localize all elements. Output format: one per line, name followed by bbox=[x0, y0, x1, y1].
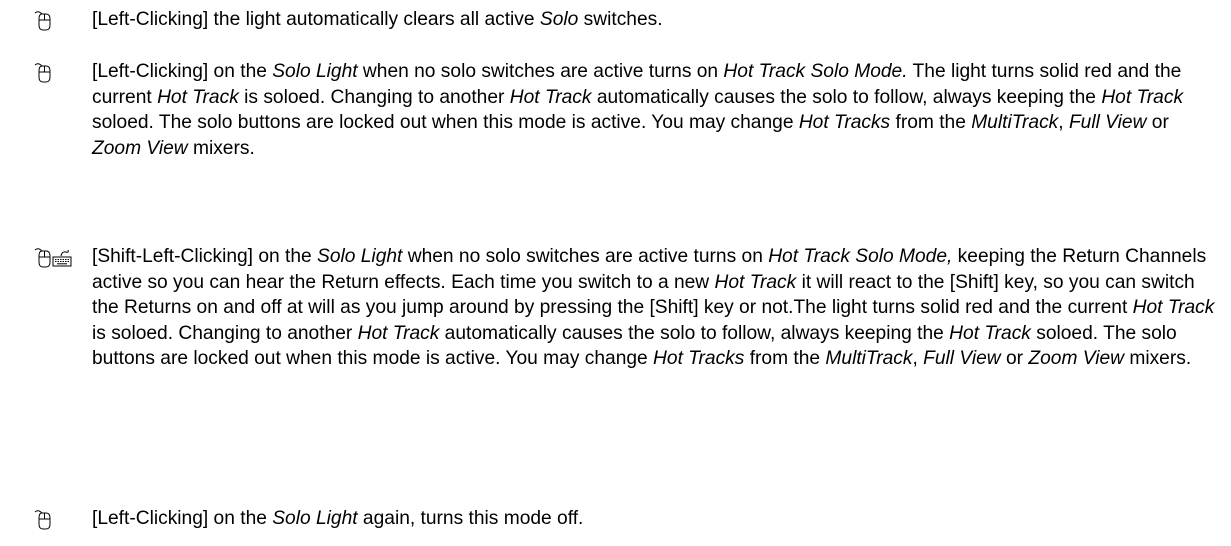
text-run: [Shift-Left-Clicking] on the bbox=[92, 246, 318, 267]
italic-term: Solo bbox=[539, 9, 579, 30]
italic-term: Hot Track bbox=[949, 322, 1031, 344]
text-run: when no solo switches are active turns o… bbox=[402, 246, 769, 267]
keyboard-icon bbox=[52, 247, 72, 269]
mouse-icon bbox=[32, 10, 52, 32]
italic-term: Hot Track bbox=[714, 271, 797, 293]
text-run: is soloed. Changing to another bbox=[92, 322, 358, 344]
italic-term: Solo Light bbox=[317, 246, 403, 267]
italic-term: Hot Track bbox=[1101, 86, 1184, 108]
icon-group bbox=[32, 62, 52, 84]
text-run: , bbox=[912, 348, 924, 369]
italic-term: Hot Track bbox=[509, 86, 592, 108]
list-item-text: [Shift-Left-Clicking] on the Solo Light … bbox=[92, 244, 1222, 372]
italic-term: Solo Light bbox=[272, 61, 358, 82]
text-run: or bbox=[1146, 112, 1169, 133]
text-run: from the bbox=[744, 348, 826, 369]
text-run: [Left-Clicking] the light automatically … bbox=[92, 9, 540, 30]
italic-term: Hot Track bbox=[1132, 297, 1215, 318]
text-run: is soloed. Changing to another bbox=[238, 86, 510, 108]
italic-term: Hot Track Solo Mode. bbox=[723, 61, 908, 82]
text-run: or bbox=[1000, 348, 1029, 369]
list-item-text: [Left-Clicking] the light automatically … bbox=[92, 7, 1222, 33]
icon-group bbox=[32, 10, 52, 32]
italic-term: Hot Track bbox=[157, 86, 239, 108]
text-run: , bbox=[1058, 112, 1069, 133]
italic-term: Hot Tracks bbox=[798, 112, 891, 133]
italic-term: Full View bbox=[1068, 112, 1147, 133]
text-run: soloed. The solo buttons are locked out … bbox=[92, 112, 799, 133]
text-run: [Left-Clicking] on the bbox=[92, 61, 273, 82]
italic-term: Solo Light bbox=[272, 508, 358, 529]
text-run: automatically causes the solo to follow,… bbox=[439, 322, 950, 344]
italic-term: Full View bbox=[923, 348, 1001, 369]
italic-term: Zoom View bbox=[1028, 348, 1125, 369]
list-item-text: [Left-Clicking] on the Solo Light when n… bbox=[92, 59, 1222, 161]
icon-group bbox=[32, 509, 52, 531]
italic-term: Hot Track Solo Mode, bbox=[768, 246, 953, 267]
text-run: again, turns this mode off. bbox=[357, 508, 584, 529]
text-run: when no solo switches are active turns o… bbox=[357, 61, 724, 82]
text-run: automatically causes the solo to follow,… bbox=[591, 86, 1102, 108]
text-run: mixers. bbox=[1124, 348, 1192, 369]
mouse-icon bbox=[32, 509, 52, 531]
list-item-text: [Left-Clicking] on the Solo Light again,… bbox=[92, 506, 1222, 532]
mouse-icon bbox=[32, 62, 52, 84]
mouse-icon bbox=[32, 247, 52, 269]
italic-term: Hot Tracks bbox=[653, 348, 745, 369]
italic-term: Hot Track bbox=[357, 322, 440, 344]
italic-term: MultiTrack bbox=[825, 348, 913, 369]
italic-term: Zoom View bbox=[92, 137, 188, 159]
text-run: from the bbox=[890, 112, 972, 133]
text-run: [Left-Clicking] on the bbox=[92, 508, 273, 529]
icon-group bbox=[32, 247, 72, 269]
text-run: switches. bbox=[578, 9, 663, 30]
text-run: mixers. bbox=[187, 137, 255, 159]
italic-term: MultiTrack bbox=[971, 112, 1059, 133]
